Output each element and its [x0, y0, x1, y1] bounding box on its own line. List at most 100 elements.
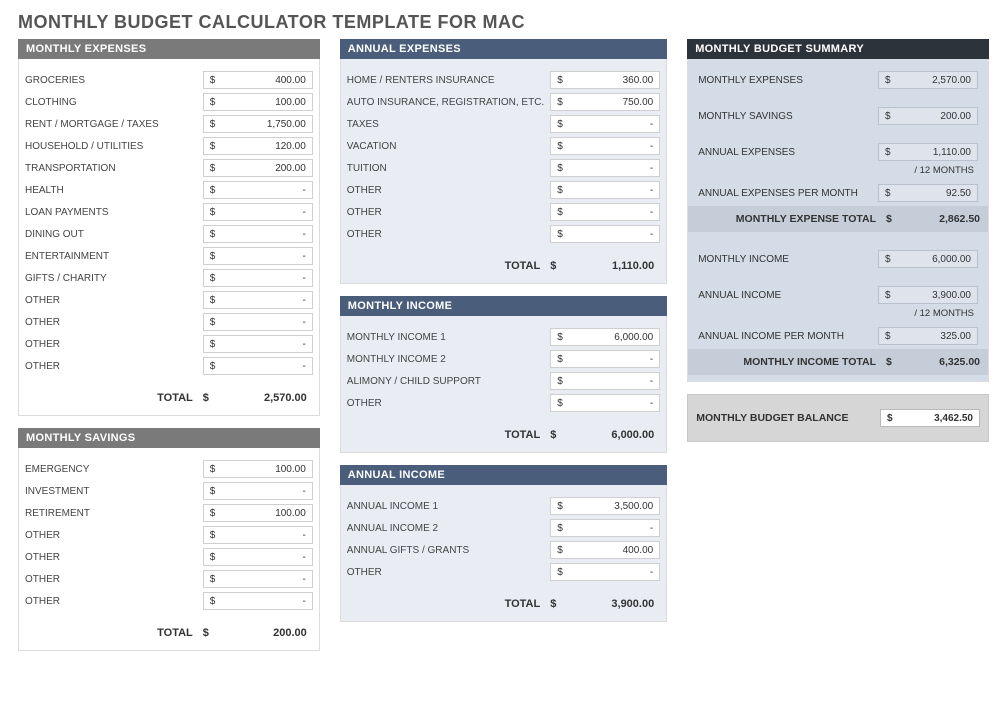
column-right: MONTHLY BUDGET SUMMARY MONTHLY EXPENSES … [687, 39, 989, 442]
amount-field[interactable]: $- [550, 519, 660, 537]
amount-field[interactable]: $100.00 [203, 460, 313, 478]
amount-field[interactable]: $6,000.00 [550, 328, 660, 346]
amount-field[interactable]: $- [203, 203, 313, 221]
balance-box: MONTHLY BUDGET BALANCE $3,462.50 [687, 394, 989, 442]
line-item-row: OTHER $- [347, 223, 660, 245]
line-item-label: HOUSEHOLD / UTILITIES [25, 141, 197, 152]
amount-field[interactable]: $- [550, 159, 660, 177]
line-item-label: GIFTS / CHARITY [25, 273, 197, 284]
section-total: TOTAL$6,000.00 [347, 422, 660, 448]
amount-field[interactable]: $- [203, 225, 313, 243]
line-item-label: ANNUAL GIFTS / GRANTS [347, 545, 544, 556]
summary-row: ANNUAL INCOME PER MONTH $325.00 [694, 325, 982, 347]
amount-field[interactable]: $- [203, 548, 313, 566]
line-item-row: OTHER $- [25, 546, 313, 568]
summary-cell: $3,900.00 [878, 286, 978, 304]
line-item-label: OTHER [347, 567, 544, 578]
panel-header: MONTHLY BUDGET SUMMARY [687, 39, 989, 59]
line-item-row: OTHER$- [25, 590, 313, 612]
amount-field[interactable]: $- [550, 115, 660, 133]
amount-field[interactable]: $360.00 [550, 71, 660, 89]
amount-field[interactable]: $- [550, 203, 660, 221]
amount-field[interactable]: $- [203, 482, 313, 500]
amount-field[interactable]: $- [550, 225, 660, 243]
summary-label: MONTHLY SAVINGS [698, 111, 872, 122]
amount-field[interactable]: $- [203, 291, 313, 309]
line-item-row: OTHER $- [25, 524, 313, 546]
line-item-row: OTHER$- [25, 568, 313, 590]
column-left: MONTHLY EXPENSES GROCERIES$400.00CLOTHIN… [18, 39, 320, 663]
amount-field[interactable]: $750.00 [550, 93, 660, 111]
amount-field[interactable]: $- [550, 394, 660, 412]
summary-expense-total: MONTHLY EXPENSE TOTAL $ 2,862.50 [688, 206, 988, 232]
amount-field[interactable]: $- [550, 350, 660, 368]
amount-field[interactable]: $1,750.00 [203, 115, 313, 133]
line-item-label: HOME / RENTERS INSURANCE [347, 75, 544, 86]
amount-field[interactable]: $120.00 [203, 137, 313, 155]
line-item-label: CLOTHING [25, 97, 197, 108]
amount-field[interactable]: $- [203, 247, 313, 265]
summary-label: MONTHLY INCOME [698, 254, 872, 265]
line-item-label: MONTHLY INCOME 2 [347, 354, 544, 365]
line-item-row: RENT / MORTGAGE / TAXES$1,750.00 [25, 113, 313, 135]
summary-income-total: MONTHLY INCOME TOTAL $ 6,325.00 [688, 349, 988, 375]
amount-field[interactable]: $- [203, 570, 313, 588]
amount-field[interactable]: $400.00 [550, 541, 660, 559]
line-item-label: OTHER [347, 398, 544, 409]
amount-field[interactable]: $- [203, 357, 313, 375]
amount-field[interactable]: $- [550, 137, 660, 155]
amount-field[interactable]: $200.00 [203, 159, 313, 177]
amount-field[interactable]: $- [203, 526, 313, 544]
line-item-label: AUTO INSURANCE, REGISTRATION, ETC. [347, 97, 544, 108]
line-item-label: OTHER [25, 552, 197, 563]
amount-field[interactable]: $400.00 [203, 71, 313, 89]
summary-cell: $6,000.00 [878, 250, 978, 268]
line-item-row: HOME / RENTERS INSURANCE $360.00 [347, 69, 660, 91]
line-item-row: OTHER$- [347, 201, 660, 223]
amount-field[interactable]: $- [550, 181, 660, 199]
amount-field[interactable]: $100.00 [203, 93, 313, 111]
panel-monthly-savings: MONTHLY SAVINGS EMERGENCY$100.00INVESTME… [18, 428, 320, 651]
amount-field[interactable]: $- [550, 563, 660, 581]
line-item-row: ENTERTAINMENT $- [25, 245, 313, 267]
line-item-label: OTHER [25, 530, 197, 541]
line-item-label: TRANSPORTATION [25, 163, 197, 174]
line-item-label: OTHER [25, 361, 197, 372]
line-item-label: HEALTH [25, 185, 197, 196]
amount-field[interactable]: $3,500.00 [550, 497, 660, 515]
line-item-row: LOAN PAYMENTS$- [25, 201, 313, 223]
summary-row: ANNUAL EXPENSES PER MONTH $92.50 [694, 182, 982, 204]
line-item-row: ANNUAL INCOME 2$- [347, 517, 660, 539]
line-item-row: OTHER $- [25, 355, 313, 377]
amount-field[interactable]: $- [550, 372, 660, 390]
summary-label: ANNUAL EXPENSES [698, 147, 872, 158]
line-item-row: ANNUAL GIFTS / GRANTS $400.00 [347, 539, 660, 561]
summary-cell: $92.50 [878, 184, 978, 202]
amount-field[interactable]: $- [203, 269, 313, 287]
panel-monthly-expenses: MONTHLY EXPENSES GROCERIES$400.00CLOTHIN… [18, 39, 320, 416]
line-item-label: OTHER [347, 229, 544, 240]
section-total: TOTAL$3,900.00 [347, 591, 660, 617]
balance-cell: $3,462.50 [880, 409, 980, 427]
panel-header: MONTHLY EXPENSES [18, 39, 320, 59]
line-item-label: TAXES [347, 119, 544, 130]
line-item-label: VACATION [347, 141, 544, 152]
line-item-row: ALIMONY / CHILD SUPPORT $- [347, 370, 660, 392]
amount-field[interactable]: $100.00 [203, 504, 313, 522]
line-item-label: OTHER [25, 295, 197, 306]
amount-field[interactable]: $- [203, 592, 313, 610]
summary-row: ANNUAL EXPENSES $1,110.00 [694, 141, 982, 163]
per-12-note: / 12 MONTHS [694, 306, 982, 325]
line-item-label: ENTERTAINMENT [25, 251, 197, 262]
panel-header: MONTHLY SAVINGS [18, 428, 320, 448]
amount-field[interactable]: $- [203, 335, 313, 353]
amount-field[interactable]: $- [203, 181, 313, 199]
line-item-row: DINING OUT$- [25, 223, 313, 245]
line-item-label: MONTHLY INCOME 1 [347, 332, 544, 343]
section-total: TOTAL$1,110.00 [347, 253, 660, 279]
line-item-label: ALIMONY / CHILD SUPPORT [347, 376, 544, 387]
panel-header: MONTHLY INCOME [340, 296, 667, 316]
line-item-label: ANNUAL INCOME 1 [347, 501, 544, 512]
panel-annual-expenses: ANNUAL EXPENSES HOME / RENTERS INSURANCE… [340, 39, 667, 284]
amount-field[interactable]: $- [203, 313, 313, 331]
